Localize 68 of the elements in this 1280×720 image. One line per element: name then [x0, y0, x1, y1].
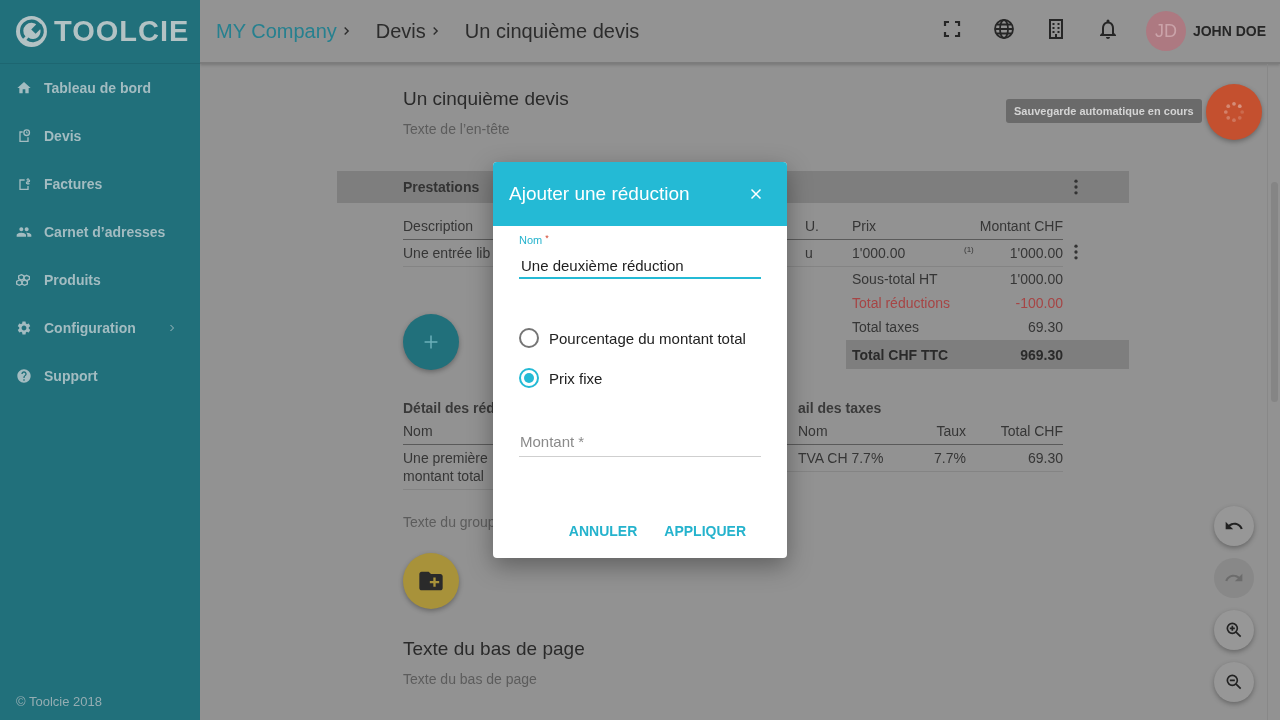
column-header: Total CHF	[999, 423, 1063, 439]
section-title: ail des taxes	[797, 399, 882, 418]
table-cell-text: 1'000.00	[1008, 245, 1063, 261]
table-cell-text: 69.30	[1026, 450, 1063, 466]
sidebar-item[interactable]: Produits	[44, 272, 200, 288]
dialog-title: Ajouter une réduction	[509, 183, 691, 205]
table-cell-text: Une entrée lib	[403, 245, 492, 261]
sidebar-item[interactable]: Tableau de bord	[44, 80, 200, 96]
logo-icon	[15, 15, 48, 48]
boxes-icon	[16, 272, 32, 288]
column-header: Taux	[935, 423, 966, 439]
table-cell-text: Une première	[403, 449, 489, 467]
total-value: 69.30	[1027, 319, 1063, 335]
clipboard-icon	[16, 128, 32, 144]
radio-button[interactable]	[519, 368, 539, 388]
table-cell-text: 7.7%	[933, 450, 966, 466]
radio-label[interactable]: Pourcentage du montant total	[549, 329, 746, 347]
zoom-in-button[interactable]	[1214, 610, 1254, 650]
total-label: Total taxes	[852, 319, 920, 335]
user-name[interactable]: JOHN DOE	[1192, 23, 1266, 39]
required-mark: *	[545, 234, 549, 245]
zoom-out-button[interactable]	[1214, 662, 1254, 702]
total-label: Sous-total HT	[852, 271, 939, 287]
zoom-in-icon[interactable]	[1224, 620, 1244, 640]
document-title: Un cinquième devis	[403, 87, 569, 111]
table-cell-text: 1'000.00	[852, 245, 907, 261]
sidebar-item[interactable]: Support	[44, 368, 200, 384]
table-cell-text: montant total	[403, 467, 485, 485]
sidebar-item[interactable]: Configuration	[44, 320, 154, 336]
sidebar-item[interactable]: Devis	[44, 128, 200, 144]
people-icon	[16, 224, 32, 240]
sidebar-item[interactable]: Factures	[44, 176, 200, 192]
radio-label[interactable]: Prix fixe	[549, 369, 603, 387]
breadcrumb-link[interactable]: Devis	[375, 19, 426, 43]
column-header: Montant CHF	[978, 218, 1063, 234]
table-cell-text: TVA CH 7.7%	[798, 450, 885, 466]
help-icon	[16, 368, 32, 384]
sidebar-item[interactable]: Carnet d’adresses	[44, 224, 200, 240]
tooltip: Sauvegarde automatique en cours	[1006, 99, 1202, 123]
globe-icon[interactable]	[991, 17, 1016, 41]
column-header: Prix	[852, 218, 878, 234]
undo-button[interactable]	[1214, 506, 1254, 546]
total-label: Total CHF TTC	[852, 346, 950, 363]
column-header: Description	[403, 218, 475, 234]
logo-text: TOOLCIE	[54, 15, 190, 48]
field-label: Nom	[519, 234, 543, 247]
page-title: Un cinquième devis	[464, 19, 640, 43]
footnote-mark: (1)	[964, 244, 974, 254]
section-title: Prestations	[403, 179, 480, 195]
section-title: Texte du bas de page	[403, 637, 585, 661]
column-header: Nom	[798, 423, 829, 439]
home-icon	[16, 80, 32, 96]
column-header: U.	[805, 218, 820, 234]
settings-icon	[16, 320, 32, 336]
document-icon	[16, 176, 32, 192]
breadcrumb-link[interactable]: MY Company	[216, 19, 337, 43]
total-value: -100.00	[1015, 295, 1063, 311]
column-header: Nom	[403, 423, 433, 439]
total-value: 969.30	[1020, 346, 1063, 363]
table-cell-text: u	[805, 245, 814, 261]
cancel-button[interactable]: ANNULER	[560, 513, 646, 549]
total-value: 1'000.00	[1009, 271, 1063, 287]
add-group-button[interactable]	[403, 553, 459, 609]
zoom-out-icon[interactable]	[1224, 672, 1244, 692]
total-label: Total réductions	[852, 295, 952, 311]
copyright-text: © Toolcie 2018	[15, 694, 103, 711]
radio-button[interactable]	[519, 328, 539, 348]
apply-button[interactable]: APPLIQUER	[656, 513, 754, 549]
